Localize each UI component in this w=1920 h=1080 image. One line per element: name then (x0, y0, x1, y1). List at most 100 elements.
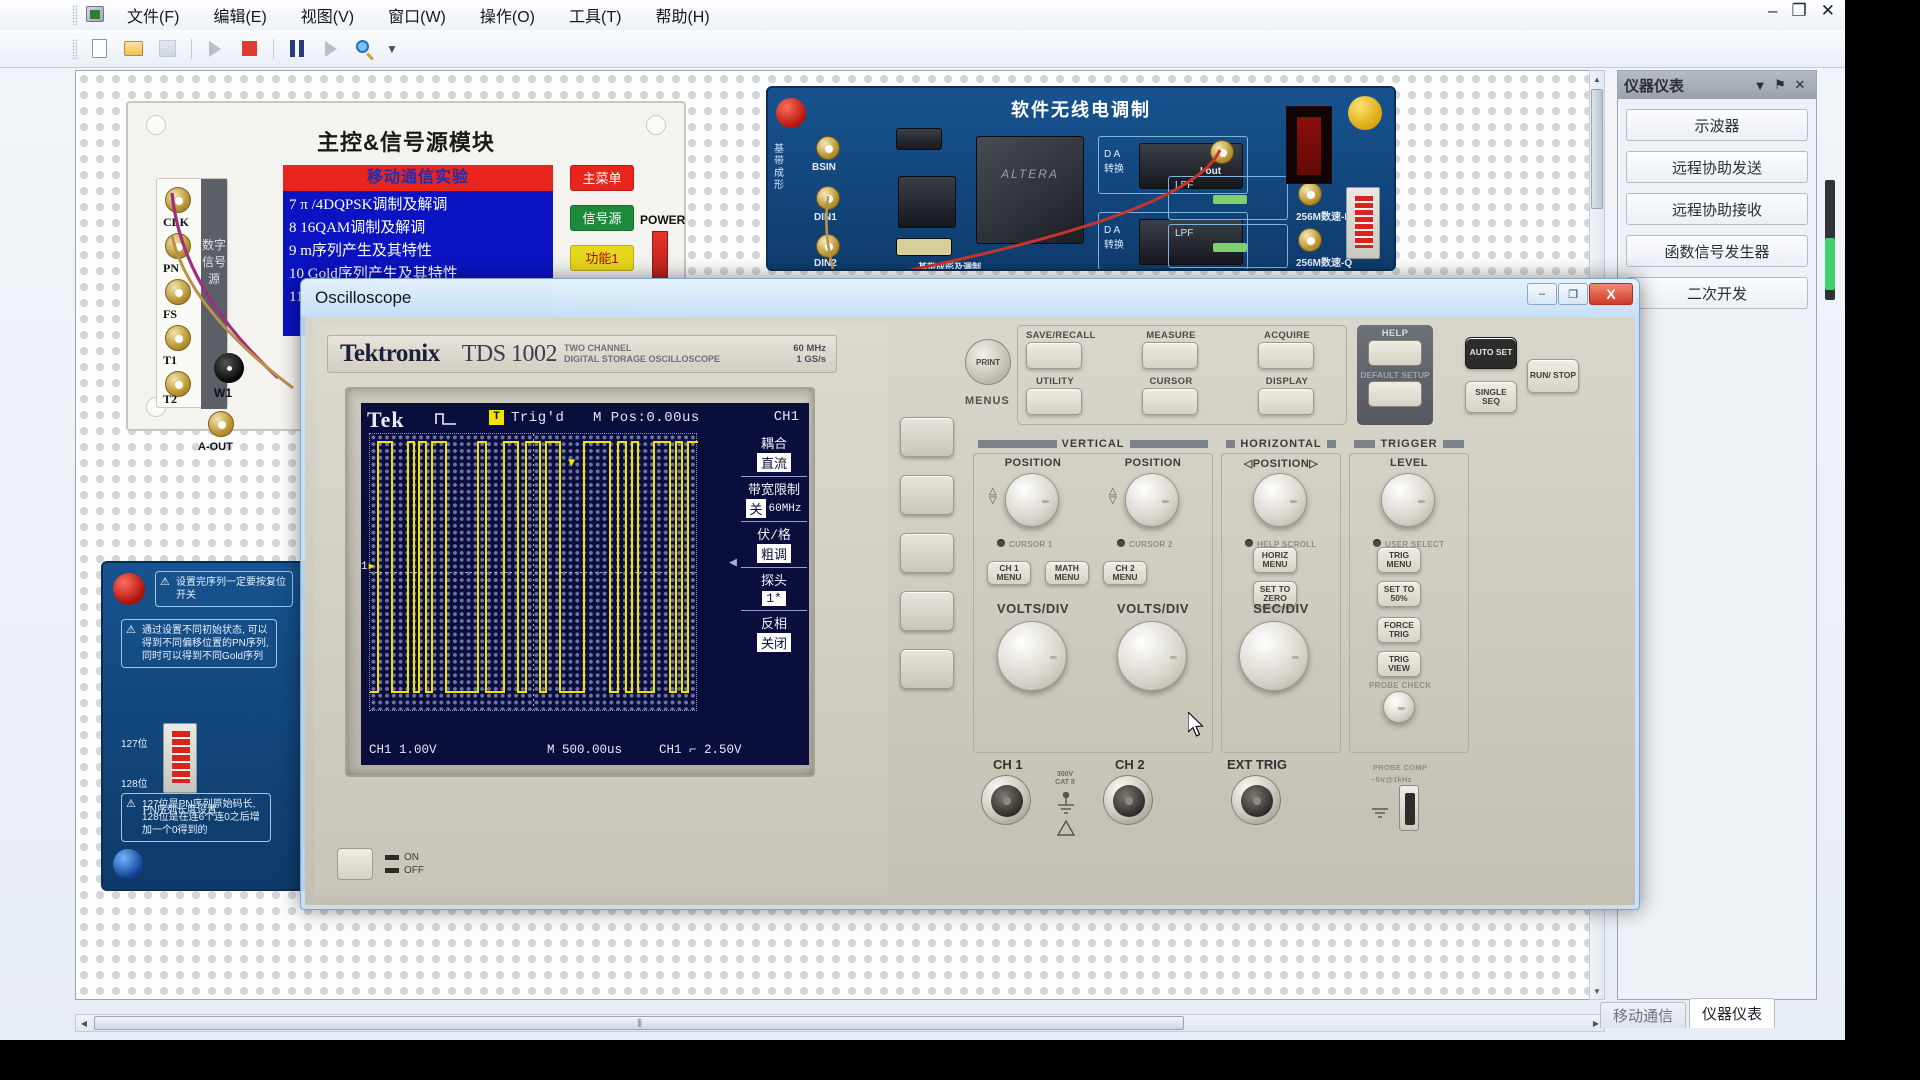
menu-view[interactable]: 视图(V) (296, 0, 359, 31)
math-menu-button[interactable]: MATH MENU (1045, 561, 1089, 585)
scroll-up-icon[interactable]: ▲ (1590, 71, 1604, 87)
ch2-position-knob[interactable] (1125, 473, 1179, 527)
bnc-out-q[interactable] (1298, 228, 1322, 252)
menu-invert[interactable]: 反相 关闭 (741, 610, 807, 656)
waveform-plot-area[interactable]: ▼ (369, 433, 697, 711)
single-seq-button[interactable]: SINGLE SEQ (1465, 381, 1517, 413)
zoom-button[interactable] (350, 35, 380, 63)
menu-window[interactable]: 窗口(W) (383, 0, 451, 31)
bnc-din2[interactable] (816, 234, 840, 258)
ch1-menu-button[interactable]: CH 1 MENU (987, 561, 1031, 585)
bnc-clk[interactable] (165, 187, 191, 213)
list-item[interactable]: 7 π /4DQPSK调制及解调 (289, 194, 549, 217)
sdr-slide-switch[interactable] (1346, 187, 1380, 259)
open-file-button[interactable] (118, 35, 148, 63)
oscilloscope-maximize-button[interactable]: ❐ (1558, 283, 1588, 305)
menu-grip[interactable] (72, 5, 78, 25)
close-icon[interactable]: ✕ (1790, 77, 1810, 93)
bezel-button-2[interactable] (900, 475, 954, 515)
bnc-pn[interactable] (165, 233, 191, 259)
signal-source-button[interactable]: 信号源 (570, 205, 634, 231)
function-generator-button[interactable]: 函数信号发生器 (1626, 235, 1808, 267)
vertical-scroll-thumb[interactable] (1591, 89, 1603, 209)
menu-edit[interactable]: 编辑(E) (208, 0, 271, 31)
help-button[interactable] (1368, 340, 1422, 366)
bezel-button-1[interactable] (900, 417, 954, 457)
ch2-menu-button[interactable]: CH 2 MENU (1103, 561, 1147, 585)
toolbar-grip[interactable] (72, 39, 78, 59)
right-edge-scroll-indicator[interactable] (1825, 180, 1835, 300)
oscilloscope-button[interactable]: 示波器 (1626, 109, 1808, 141)
ch1-bnc-connector[interactable] (981, 775, 1031, 825)
run-stop-button[interactable]: RUN/ STOP (1527, 359, 1579, 393)
power-button[interactable] (337, 848, 373, 880)
probe-check-button[interactable] (1383, 691, 1415, 723)
bnc-out-i[interactable] (1298, 182, 1322, 206)
menu-probe[interactable]: 探头 1* (741, 567, 807, 610)
tab-instruments[interactable]: 仪器仪表 (1689, 998, 1775, 1028)
oscilloscope-title-bar[interactable]: Oscilloscope – ❐ X (301, 279, 1639, 317)
pn-red-button[interactable] (113, 573, 145, 605)
function1-button[interactable]: 功能1 (570, 245, 634, 271)
horizontal-position-knob[interactable] (1253, 473, 1307, 527)
menu-coupling[interactable]: 耦合 直流 (741, 431, 807, 476)
default-setup-button[interactable] (1368, 381, 1422, 407)
bnc-a-out[interactable] (208, 411, 234, 437)
display-button[interactable] (1258, 388, 1314, 415)
pn-blue-button[interactable] (113, 849, 143, 879)
bnc-din1[interactable] (816, 186, 840, 210)
remote-assist-receive-button[interactable]: 远程协助接收 (1626, 193, 1808, 225)
sec-div-knob[interactable] (1239, 621, 1309, 691)
autoset-button[interactable]: AUTO SET (1465, 337, 1517, 369)
ch2-bnc-connector[interactable] (1103, 775, 1153, 825)
pin-icon[interactable]: ⚑ (1770, 77, 1790, 93)
scroll-down-icon[interactable]: ▼ (1590, 983, 1604, 999)
bezel-button-4[interactable] (900, 591, 954, 631)
oscilloscope-close-button[interactable]: X (1589, 283, 1633, 305)
trig-view-button[interactable]: TRIG VIEW (1377, 651, 1421, 677)
main-menu-button[interactable]: 主菜单 (570, 165, 634, 191)
menu-help[interactable]: 帮助(H) (650, 0, 714, 31)
scroll-indicator-thumb[interactable] (1825, 238, 1835, 290)
remote-assist-send-button[interactable]: 远程协助发送 (1626, 151, 1808, 183)
force-trig-button[interactable]: FORCE TRIG (1377, 617, 1421, 643)
menu-bandwidth-limit[interactable]: 带宽限制 关 60MHz (741, 476, 807, 521)
horiz-menu-button[interactable]: HORIZ MENU (1253, 547, 1297, 573)
toolbar-overflow-icon[interactable]: ▼ (386, 42, 398, 56)
minimize-button[interactable]: – (1768, 2, 1777, 19)
measure-button[interactable] (1142, 342, 1198, 369)
restore-button[interactable]: ❐ (1792, 2, 1807, 19)
canvas-horizontal-scrollbar[interactable]: ◀ ▶ (75, 1014, 1605, 1032)
bnc-i-out[interactable] (1210, 140, 1234, 164)
oscilloscope-window[interactable]: Oscilloscope – ❐ X Tektronix TDS 1002 TW… (300, 278, 1640, 910)
print-button[interactable]: PRINT (965, 339, 1011, 385)
ext-trig-bnc-connector[interactable] (1231, 775, 1281, 825)
ch1-position-knob[interactable] (1005, 473, 1059, 527)
ch1-volts-div-knob[interactable] (997, 621, 1067, 691)
bnc-t1[interactable] (165, 325, 191, 351)
menu-tools[interactable]: 工具(T) (564, 0, 626, 31)
software-radio-module[interactable]: 软件无线电调制 基带成形 BSIN DIN1 DIN2 基带成形及调制 D A … (766, 86, 1396, 271)
bezel-button-5[interactable] (900, 649, 954, 689)
pause-button[interactable] (282, 35, 312, 63)
trigger-level-knob[interactable] (1381, 473, 1435, 527)
bnc-bsin[interactable] (816, 136, 840, 160)
run-button[interactable] (200, 35, 230, 63)
bnc-fs[interactable] (165, 279, 191, 305)
save-file-button[interactable] (152, 35, 182, 63)
cursor-button[interactable] (1142, 388, 1198, 415)
utility-button[interactable] (1026, 388, 1082, 415)
stop-button[interactable] (234, 35, 264, 63)
set-to-50-button[interactable]: SET TO 50% (1377, 581, 1421, 607)
trig-menu-button[interactable]: TRIG MENU (1377, 547, 1421, 573)
oscilloscope-minimize-button[interactable]: – (1527, 283, 1557, 305)
list-item[interactable]: 8 16QAM调制及解调 (289, 217, 549, 240)
menu-file[interactable]: 文件(F) (122, 0, 184, 31)
power-switch[interactable] (652, 231, 668, 279)
probe-comp-terminal[interactable] (1399, 785, 1419, 831)
ch2-volts-div-knob[interactable] (1117, 621, 1187, 691)
new-file-button[interactable] (84, 35, 114, 63)
menu-operate[interactable]: 操作(O) (475, 0, 540, 31)
menu-volts-per-div[interactable]: 伏/格 粗调 (741, 521, 807, 567)
pn-length-slider[interactable] (163, 723, 197, 793)
